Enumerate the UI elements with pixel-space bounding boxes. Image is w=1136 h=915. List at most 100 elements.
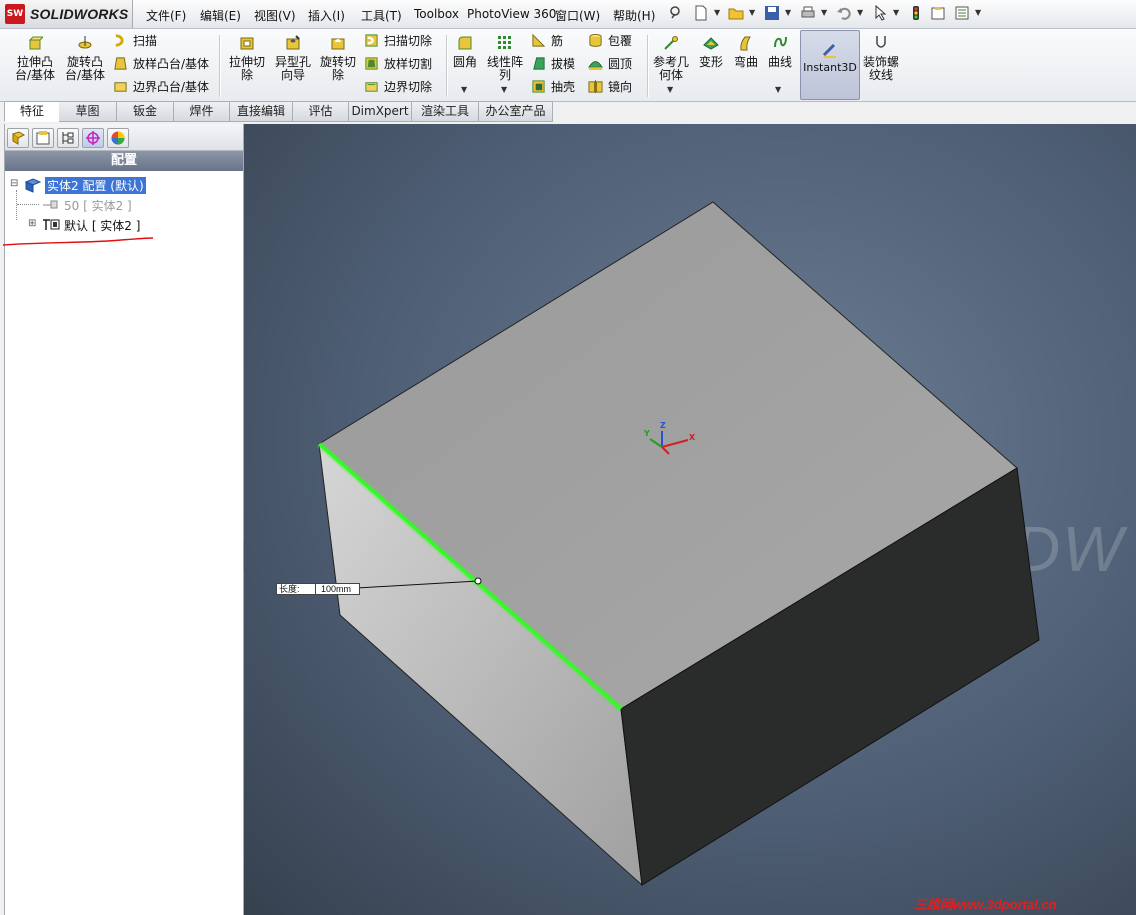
menu-toolbox[interactable]: Toolbox: [414, 7, 459, 21]
options-icon[interactable]: [954, 5, 970, 21]
dome-icon: [588, 61, 603, 71]
print-dropdown-icon[interactable]: ▼: [821, 8, 827, 17]
pin-icon[interactable]: [667, 5, 683, 21]
menu-view[interactable]: 视图(V): [254, 7, 296, 24]
new-dropdown-icon[interactable]: ▼: [714, 8, 720, 17]
flex-button[interactable]: 变形: [696, 33, 726, 69]
mirror-label: 镜向: [608, 80, 633, 94]
dimxpert-manager-tab[interactable]: [82, 128, 104, 148]
menu-bar: SW SOLIDWORKS 文件(F) 编辑(E) 视图(V) 插入(I) 工具…: [0, 0, 1136, 29]
hole-wizard-button[interactable]: 异型孔 向导: [272, 33, 314, 82]
dome-button[interactable]: 圆顶: [586, 54, 632, 74]
reference-geometry-button[interactable]: 参考几 何体: [651, 33, 691, 82]
deform-button[interactable]: 弯曲: [729, 33, 763, 69]
save-icon[interactable]: [764, 5, 780, 21]
block-model[interactable]: [244, 124, 1136, 915]
menu-window[interactable]: 窗口(W): [555, 7, 600, 24]
feature-manager-tab[interactable]: [7, 128, 29, 148]
new-document-icon[interactable]: [693, 5, 709, 21]
instant3d-button[interactable]: Instant3D: [800, 30, 860, 100]
boundary-boss-button[interactable]: 边界凸台/基体: [111, 77, 209, 97]
fillet-button[interactable]: 圆角: [450, 33, 480, 69]
draft-label: 拔模: [551, 57, 576, 71]
dimension-value[interactable]: 100mm: [321, 584, 351, 594]
undo-dropdown-icon[interactable]: ▼: [857, 8, 863, 17]
rib-button[interactable]: 筋: [529, 31, 563, 51]
draft-button[interactable]: 拔模: [529, 54, 575, 74]
property-manager-tab[interactable]: [32, 128, 54, 148]
target-icon: [86, 131, 100, 145]
tab-sketch[interactable]: 草图: [59, 101, 117, 122]
save-dropdown-icon[interactable]: ▼: [785, 8, 791, 17]
revolve-boss-button[interactable]: 旋转凸 台/基体: [62, 33, 108, 82]
cosmetic-thread-icon: [876, 36, 886, 48]
boundary-cut-label: 边界切除: [384, 80, 433, 94]
wrap-button[interactable]: 包覆: [586, 31, 632, 51]
loft-button[interactable]: 放样凸台/基体: [111, 54, 209, 74]
tab-office-products[interactable]: 办公室产品: [479, 101, 553, 122]
tab-render-tools[interactable]: 渲染工具: [412, 101, 479, 122]
display-manager-tab[interactable]: [107, 128, 129, 148]
rebuild-icon[interactable]: [908, 5, 924, 21]
solidworks-logo[interactable]: SW SOLIDWORKS: [0, 0, 133, 28]
curves-button[interactable]: 曲线: [764, 33, 796, 69]
tab-sheet-metal[interactable]: 钣金: [117, 101, 174, 122]
collapse-icon[interactable]: ⊟: [10, 178, 18, 189]
file-properties-icon[interactable]: [930, 5, 946, 21]
print-icon[interactable]: [800, 5, 816, 21]
fillet-dropdown-icon[interactable]: ▼: [461, 85, 467, 94]
menu-tools[interactable]: 工具(T): [361, 7, 402, 24]
sweep-button[interactable]: 扫描: [111, 31, 157, 51]
rib-label: 筋: [551, 34, 564, 48]
mirror-button[interactable]: 镜向: [586, 77, 632, 97]
select-pointer-icon[interactable]: [872, 5, 888, 21]
boundary-cut-button[interactable]: 边界切除: [362, 77, 432, 97]
tree-line: [17, 204, 39, 206]
menu-photoview[interactable]: PhotoView 360: [467, 7, 556, 21]
sweep-icon: [115, 34, 124, 47]
tree-item-config-50[interactable]: 50 [ 实体2 ]: [64, 197, 132, 214]
graphics-viewport[interactable]: ▾ ▾ DW Z X Y: [244, 124, 1136, 915]
menu-edit[interactable]: 编辑(E): [200, 7, 241, 24]
swept-cut-button[interactable]: 扫描切除: [362, 31, 432, 51]
mirror-icon: [588, 79, 603, 94]
dimension-handle[interactable]: [474, 577, 482, 585]
deform-label: 弯曲: [733, 55, 758, 69]
configuration-manager-tab[interactable]: [57, 128, 79, 148]
options-dropdown-icon[interactable]: ▼: [975, 8, 981, 17]
separator: [446, 35, 448, 97]
reference-geometry-label: 参考几 何体: [652, 55, 689, 82]
boundary-boss-label: 边界凸台/基体: [133, 80, 210, 94]
dimension-callout[interactable]: 长度: 100mm: [276, 583, 360, 595]
boundary-cut-icon: [365, 82, 378, 92]
curves-dropdown-icon[interactable]: ▼: [775, 85, 781, 94]
tab-dimxpert[interactable]: DimXpert: [349, 101, 412, 122]
menu-file[interactable]: 文件(F): [146, 7, 186, 24]
rib-icon: [532, 33, 546, 47]
tab-weldments[interactable]: 焊件: [174, 101, 230, 122]
revolve-cut-button[interactable]: 旋转切 除: [317, 33, 359, 82]
pattern-dropdown-icon[interactable]: ▼: [501, 85, 507, 94]
extrude-boss-button[interactable]: 拉伸凸 台/基体: [12, 33, 58, 82]
shell-button[interactable]: 抽壳: [529, 77, 575, 97]
command-manager: 拉伸凸 台/基体 旋转凸 台/基体 扫描 放样凸台/基体 边界凸台/基体 拉伸切…: [0, 29, 1136, 102]
tree-item-root[interactable]: 实体2 配置 (默认): [45, 177, 146, 194]
revolve-boss-icon: [78, 36, 92, 49]
menu-insert[interactable]: 插入(I): [308, 7, 345, 24]
separator: [647, 35, 649, 97]
extrude-boss-label: 拉伸凸 台/基体: [14, 55, 56, 82]
extrude-cut-button[interactable]: 拉伸切 除: [225, 33, 269, 82]
menu-help[interactable]: 帮助(H): [613, 7, 655, 24]
open-folder-icon[interactable]: [728, 5, 744, 21]
cosmetic-thread-button[interactable]: 装饰螺 纹线: [860, 33, 902, 82]
select-dropdown-icon[interactable]: ▼: [893, 8, 899, 17]
tab-features[interactable]: 特征: [4, 101, 60, 122]
undo-icon[interactable]: [836, 5, 852, 21]
tab-evaluate[interactable]: 评估: [293, 101, 349, 122]
tab-direct-editing[interactable]: 直接编辑: [230, 101, 293, 122]
expand-icon[interactable]: ⊞: [28, 218, 36, 229]
lofted-cut-button[interactable]: 放样切割: [362, 54, 432, 74]
open-dropdown-icon[interactable]: ▼: [749, 8, 755, 17]
linear-pattern-button[interactable]: 线性阵 列: [484, 33, 526, 82]
reference-dropdown-icon[interactable]: ▼: [667, 85, 673, 94]
